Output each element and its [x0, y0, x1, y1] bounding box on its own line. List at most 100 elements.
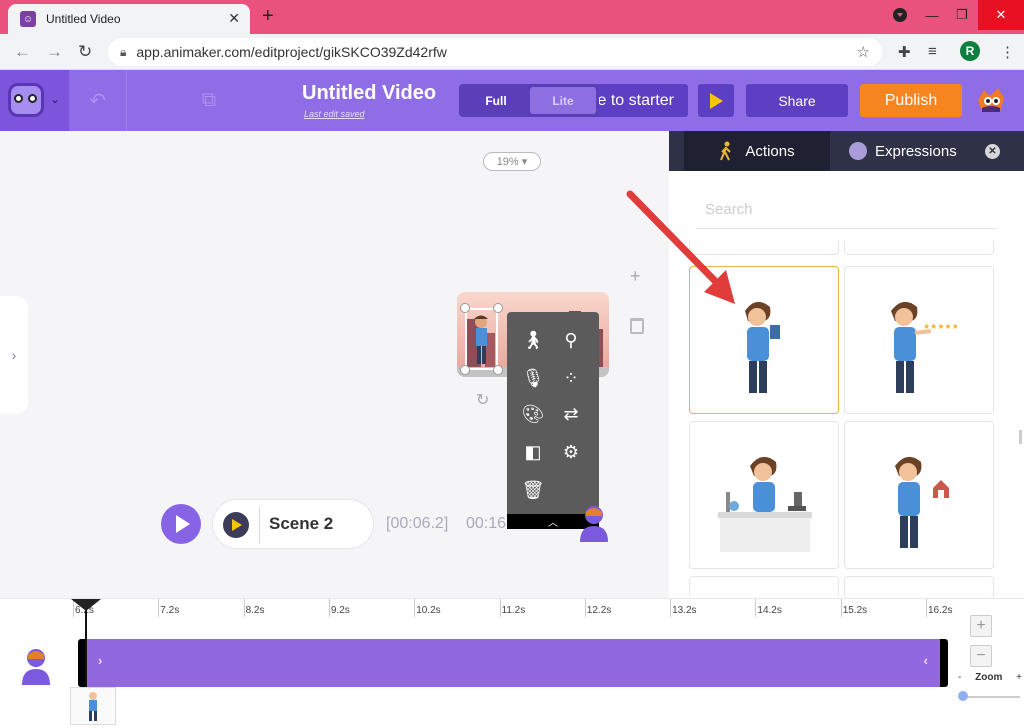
browser-titlebar: ☺ Untitled Video ✕ + — ❐ ✕: [0, 0, 1024, 34]
zoom-slider-knob[interactable]: [958, 691, 968, 701]
delete-element-icon[interactable]: 🗑︎: [521, 478, 545, 502]
flip-icon[interactable]: ◧: [521, 440, 545, 464]
microphone-icon[interactable]: 🎙︎: [521, 366, 545, 390]
tab-title: Untitled Video: [46, 12, 121, 26]
tab-close-icon[interactable]: ✕: [228, 10, 240, 27]
timeline[interactable]: 6.2s7.2s8.2s9.2s10.2s11.2s12.2s13.2s14.2…: [0, 598, 1024, 728]
app-toolbar: ⌄ ↶ ⧉ Untitled Video Last edit saved e t…: [0, 70, 1024, 131]
playhead[interactable]: [85, 603, 87, 687]
scene-track[interactable]: › ‹: [78, 639, 948, 687]
timeline-tick-label: 11.2s: [501, 605, 526, 616]
chevron-left-icon[interactable]: ‹: [924, 653, 928, 668]
add-action-icon[interactable]: ⚲: [559, 328, 583, 352]
panel-close-icon[interactable]: ✕: [985, 144, 1000, 159]
profile-indicator-icon[interactable]: [884, 0, 916, 30]
playhead-handle-icon[interactable]: [71, 599, 101, 611]
lip-sync-icon[interactable]: ⁘: [559, 366, 583, 390]
restore-icon[interactable]: ❐: [946, 0, 978, 30]
last-saved-link[interactable]: Last edit saved: [304, 109, 365, 119]
browser-tab[interactable]: ☺ Untitled Video ✕: [8, 4, 250, 34]
timeline-tick: [499, 599, 501, 617]
url-text[interactable]: app.animaker.com/editproject/gikSKCO39Zd…: [136, 44, 446, 60]
extensions-icon[interactable]: ✚: [898, 43, 911, 61]
settings-gear-icon[interactable]: ⚙: [559, 440, 583, 464]
timeline-tick: [755, 599, 757, 617]
mode-toggle[interactable]: Full Lite: [459, 84, 599, 117]
timeline-tick: [584, 599, 586, 617]
minimize-icon[interactable]: —: [916, 0, 948, 30]
project-title[interactable]: Untitled Video: [302, 82, 436, 105]
mascot-avatar-icon[interactable]: [974, 86, 1008, 116]
scene-player: Scene 2: [212, 499, 374, 549]
action-card-holding-house[interactable]: [844, 421, 994, 569]
timeline-tick: [414, 599, 416, 617]
swap-character-icon[interactable]: ⇄: [559, 402, 583, 426]
resize-handle[interactable]: [460, 303, 470, 313]
preview-play-button[interactable]: [698, 84, 734, 117]
character-selection-box[interactable]: [465, 308, 498, 370]
tab-expressions[interactable]: Expressions: [839, 131, 969, 171]
mode-full-option[interactable]: Full: [462, 87, 530, 114]
delete-scene-icon[interactable]: [630, 318, 644, 334]
play-icon: [709, 92, 723, 109]
resize-handle[interactable]: [460, 365, 470, 375]
address-bar[interactable]: 🔒︎ app.animaker.com/editproject/gikSKCO3…: [108, 38, 882, 66]
canvas-zoom-select[interactable]: 19% ▾: [483, 152, 541, 171]
timeline-tick-label: 16.2s: [928, 605, 953, 616]
animaker-logo-icon: [8, 83, 44, 117]
scene-play-button[interactable]: [223, 512, 249, 538]
walking-figure-icon: [720, 141, 732, 161]
annotation-arrow-icon: [626, 190, 735, 304]
expand-library-tab[interactable]: ›: [0, 296, 28, 414]
chrome-menu-icon[interactable]: ⋮: [1000, 43, 1015, 61]
timeline-character-avatar-icon[interactable]: [20, 647, 52, 685]
tab-actions[interactable]: Actions: [684, 131, 830, 171]
zoom-in-button[interactable]: +: [970, 615, 992, 637]
play-icon: [176, 515, 190, 533]
animaker-favicon-icon: ☺: [20, 11, 36, 27]
timeline-tick-label: 8.2s: [245, 605, 265, 616]
zoom-out-button[interactable]: −: [970, 645, 992, 667]
action-card-lab-experiment[interactable]: [689, 421, 839, 569]
zoom-plus-label[interactable]: +: [1016, 672, 1022, 683]
rotate-icon[interactable]: ↻: [476, 390, 489, 410]
timeline-tick-label: 15.2s: [842, 605, 868, 616]
action-card[interactable]: [844, 576, 994, 598]
timeline-tick-label: 9.2s: [330, 605, 350, 616]
resize-handle[interactable]: [493, 365, 503, 375]
zoom-minus-label[interactable]: -: [958, 672, 961, 683]
bookmark-star-icon[interactable]: ☆: [857, 43, 870, 61]
media-queue-icon[interactable]: ≡: [928, 43, 937, 60]
total-timecode: 00:16: [466, 515, 507, 532]
undo-icon[interactable]: ↶: [69, 70, 127, 131]
resize-handle[interactable]: [493, 303, 503, 313]
mode-lite-option[interactable]: Lite: [530, 87, 596, 114]
profile-avatar[interactable]: R: [960, 41, 980, 61]
character-track-thumbnail[interactable]: [70, 687, 116, 725]
new-tab-icon[interactable]: +: [262, 5, 274, 28]
duplicate-icon[interactable]: ⧉: [180, 70, 238, 131]
action-card-presenting-rating[interactable]: ★★★★★: [844, 266, 994, 414]
back-icon[interactable]: ←: [14, 42, 31, 62]
timeline-tick: [158, 599, 160, 617]
forward-icon[interactable]: →: [46, 42, 63, 62]
animaker-logo-menu[interactable]: ⌄: [0, 70, 69, 131]
reload-icon[interactable]: ↻: [78, 42, 92, 62]
svg-text:★★★★★: ★★★★★: [923, 322, 959, 331]
redo-icon[interactable]: [127, 70, 185, 131]
zoom-slider[interactable]: [960, 696, 1020, 698]
play-scene-button[interactable]: [161, 504, 201, 544]
chevron-right-icon: ›: [11, 347, 17, 363]
color-palette-icon[interactable]: 🎨︎: [521, 402, 545, 426]
smiley-icon: [849, 142, 867, 160]
share-button[interactable]: Share: [746, 84, 848, 117]
scene-character-avatar-icon[interactable]: [578, 504, 610, 542]
publish-button[interactable]: Publish: [860, 84, 962, 117]
actions-walk-icon[interactable]: 🚶︎: [521, 328, 545, 352]
action-card[interactable]: [689, 576, 839, 598]
action-card[interactable]: [844, 241, 994, 255]
window-close-icon[interactable]: ✕: [978, 0, 1024, 30]
panel-scrollbar[interactable]: [1019, 430, 1022, 444]
chevron-right-icon[interactable]: ›: [98, 653, 102, 668]
lock-icon: 🔒︎: [120, 44, 127, 59]
